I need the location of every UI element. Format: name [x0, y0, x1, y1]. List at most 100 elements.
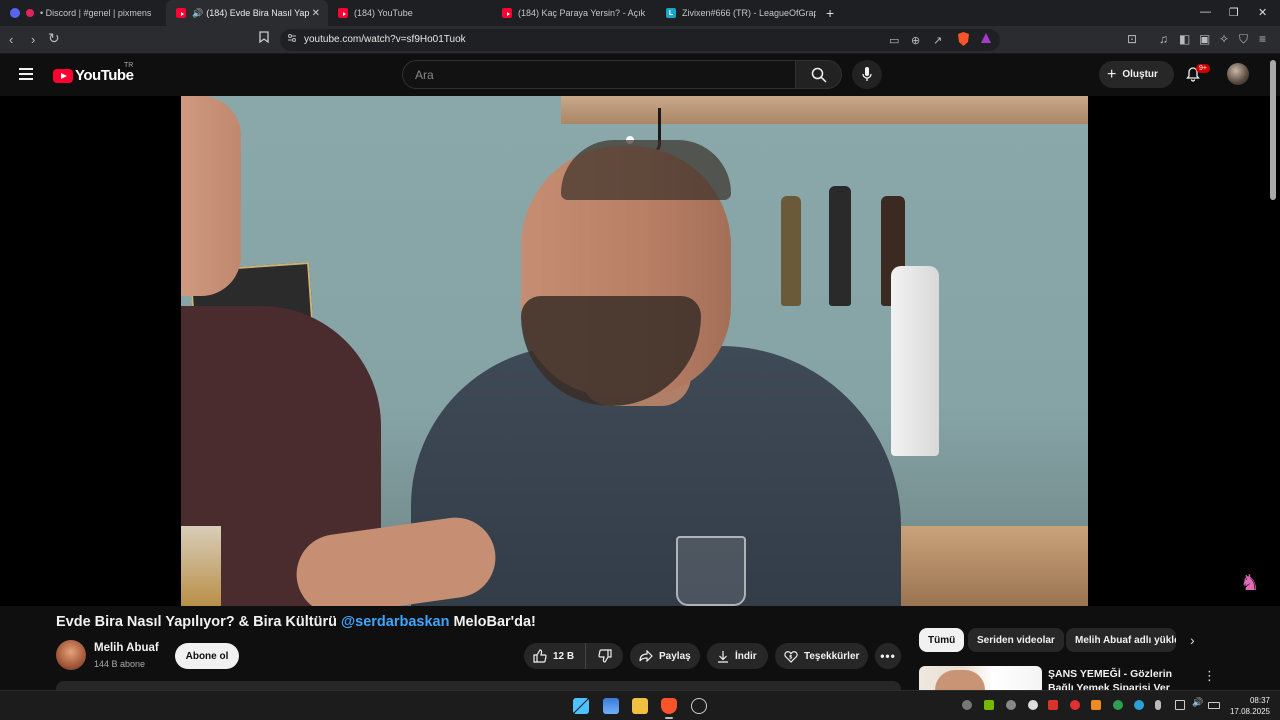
dislike-button[interactable]	[586, 643, 623, 669]
tab-evde-bira[interactable]: 🔊 (184) Evde Bira Nasıl Yapılıyor? & ✕	[166, 0, 328, 26]
minimize-icon[interactable]: —	[1200, 6, 1211, 18]
tray-blue-icon[interactable]	[1134, 700, 1144, 710]
windows-taskbar: 🔊 08:37 17.08.2025	[0, 690, 1280, 720]
bookmark-icon[interactable]	[259, 31, 269, 46]
search-input[interactable]	[403, 61, 763, 88]
windows-start-icon[interactable]	[573, 698, 589, 714]
nvidia-icon[interactable]	[984, 700, 994, 710]
tray-app-icon[interactable]	[962, 700, 972, 710]
url-text: youtube.com/watch?v=sf9Ho01Tuok	[304, 34, 466, 45]
address-bar[interactable]: youtube.com/watch?v=sf9Ho01Tuok ▭ ⊕ ↗	[280, 29, 1000, 51]
chip-channel-uploads[interactable]: Melih Abuaf adlı yükle	[1066, 628, 1176, 652]
channel-name[interactable]: Melih Abuaf	[94, 642, 159, 654]
close-tab-icon[interactable]: ✕	[312, 8, 320, 19]
clock-date: 17.08.2025	[1229, 707, 1270, 716]
share-page-icon[interactable]: ↗	[933, 34, 942, 47]
mention-link[interactable]: @serdarbaskan	[341, 614, 449, 630]
like-button[interactable]: 12 B	[524, 643, 586, 669]
vpn-icon[interactable]: ⛉	[1239, 32, 1248, 47]
youtube-wordmark: YouTube	[75, 67, 134, 84]
chip-all[interactable]: Tümü	[919, 628, 965, 652]
file-explorer-icon[interactable]	[632, 698, 648, 714]
brave-browser-icon[interactable]	[661, 698, 677, 714]
tray-download-icon[interactable]	[1048, 700, 1058, 710]
tray-settings-icon[interactable]	[1028, 700, 1038, 710]
sidebar-toggle-icon[interactable]: ◧	[1179, 32, 1190, 46]
brave-shield-icon[interactable]	[957, 32, 970, 49]
tray-arrow-icon[interactable]	[1006, 700, 1016, 710]
discord-icon	[10, 8, 20, 18]
volume-icon[interactable]: 🔊	[1192, 697, 1203, 707]
battery-icon[interactable]	[1208, 702, 1220, 709]
related-video-thumbnail[interactable]	[919, 666, 1042, 692]
tab-leagueofgraphs[interactable]: L Zivixen#666 (TR) - LeagueOfGraphs	[656, 0, 826, 26]
thumbs-down-icon	[597, 649, 612, 663]
download-button[interactable]: İndir	[707, 643, 768, 669]
youtube-favicon-icon	[176, 8, 186, 18]
video-player[interactable]: ♞	[0, 96, 1280, 606]
more-actions-button[interactable]: •••	[875, 643, 901, 669]
guide-menu-icon[interactable]	[19, 68, 33, 80]
thanks-button[interactable]: $ Teşekkürler	[775, 643, 868, 669]
like-dislike-group: 12 B	[524, 643, 623, 669]
wallet-icon[interactable]: ▣	[1199, 32, 1210, 46]
account-avatar[interactable]	[1227, 63, 1249, 85]
youtube-favicon-icon	[502, 8, 512, 18]
tab-youtube[interactable]: (184) YouTube	[328, 0, 492, 26]
photos-app-icon[interactable]	[603, 698, 619, 714]
leagueofgraphs-icon: L	[666, 8, 676, 18]
leo-ai-icon[interactable]: ✧	[1219, 32, 1229, 46]
microphone-icon	[862, 67, 872, 81]
youtube-favicon-icon	[338, 8, 348, 18]
forward-icon[interactable]: ›	[31, 32, 35, 47]
close-window-icon[interactable]: ✕	[1258, 6, 1267, 19]
notification-badge: 9+	[1196, 64, 1210, 73]
system-clock[interactable]: 08:37 17.08.2025	[1222, 695, 1270, 717]
network-icon[interactable]	[1175, 700, 1185, 710]
browser-toolbar: ‹ › ↻ youtube.com/watch?v=sf9Ho01Tuok ▭ …	[0, 26, 1280, 54]
tray-mic-icon[interactable]	[1155, 700, 1161, 710]
tab-discord[interactable]: • Discord | #genel | pixmens	[0, 0, 166, 26]
extensions-icon[interactable]: ⊡	[1127, 32, 1137, 46]
maximize-icon[interactable]: ❐	[1229, 6, 1239, 19]
tray-record-icon[interactable]	[1070, 700, 1080, 710]
tray-green-icon[interactable]	[1113, 700, 1123, 710]
subscribe-button[interactable]: Abone ol	[175, 643, 239, 669]
create-button[interactable]: + Oluştur	[1099, 61, 1174, 88]
tray-orange-icon[interactable]	[1091, 700, 1101, 710]
search-button[interactable]	[795, 60, 842, 89]
voice-search-button[interactable]	[852, 60, 882, 89]
page-scrollbar[interactable]	[1270, 60, 1276, 200]
chevron-right-icon[interactable]: ›	[1190, 632, 1195, 648]
llama-extension-icon[interactable]: ♞	[1240, 570, 1260, 596]
subscriber-count: 144 B abone	[94, 659, 146, 669]
reload-icon[interactable]: ↻	[48, 30, 60, 47]
channel-avatar[interactable]	[56, 640, 86, 670]
cast-icon[interactable]: ▭	[889, 34, 899, 47]
tab-kac-paraya[interactable]: (184) Kaç Paraya Yersin? - Açık Artırma	[492, 0, 656, 26]
video-frame[interactable]	[181, 96, 1088, 606]
speaker-icon: 🔊	[192, 7, 204, 18]
zoom-icon[interactable]: ⊕	[911, 34, 920, 47]
like-count: 12 B	[553, 650, 575, 662]
heart-dollar-icon: $	[784, 650, 798, 663]
search-icon	[811, 67, 827, 83]
back-icon[interactable]: ‹	[9, 32, 13, 47]
site-info-icon[interactable]	[287, 33, 297, 46]
search-box	[402, 60, 796, 89]
thumbs-up-icon	[533, 649, 547, 663]
video-title: Evde Bira Nasıl Yapılıyor? & Bira Kültür…	[56, 614, 536, 630]
menu-icon[interactable]: ≡	[1259, 32, 1266, 46]
download-icon	[718, 650, 728, 663]
share-button[interactable]: Paylaş	[630, 643, 700, 669]
brave-rewards-icon[interactable]	[980, 32, 992, 47]
new-tab-icon[interactable]: +	[826, 5, 834, 21]
plus-icon: +	[1107, 65, 1117, 83]
media-icon[interactable]: ♫	[1159, 32, 1168, 46]
related-video-title[interactable]: ŞANS YEMEĞİ - Gözlerin Bağlı Yemek Sipar…	[1048, 667, 1190, 691]
more-vertical-icon[interactable]: ⋮	[1203, 668, 1216, 684]
steam-icon[interactable]	[691, 698, 707, 714]
youtube-logo[interactable]: YouTube TR	[53, 62, 134, 84]
clock-time: 08:37	[1249, 696, 1270, 705]
chip-series-videos[interactable]: Seriden videolar	[968, 628, 1064, 652]
